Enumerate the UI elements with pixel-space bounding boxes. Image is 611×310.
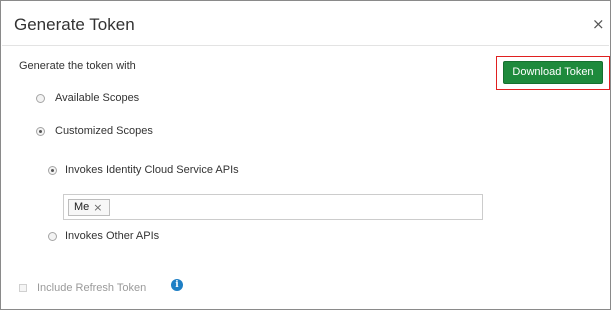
remove-chip-icon[interactable]: × [93, 200, 102, 215]
customized-scopes-label: Customized Scopes [55, 125, 153, 137]
available-scopes-label: Available Scopes [55, 92, 140, 104]
radio-invokes-idcs-apis[interactable] [48, 166, 57, 175]
chip-label: Me [74, 201, 90, 213]
include-refresh-token-label: Include Refresh Token [37, 282, 147, 294]
include-refresh-token-checkbox[interactable] [19, 284, 27, 292]
token-chip-me: Me × [68, 199, 110, 216]
invokes-idcs-apis-label: Invokes Identity Cloud Service APIs [65, 164, 239, 176]
download-token-button[interactable]: Download Token [503, 61, 603, 84]
info-icon[interactable]: i [171, 279, 183, 291]
generate-with-label: Generate the token with [19, 60, 136, 72]
radio-customized-scopes[interactable] [36, 127, 45, 136]
scopes-tag-input[interactable]: Me × [63, 194, 483, 220]
generate-token-dialog: Generate Token × Generate the token with… [0, 0, 611, 310]
radio-available-scopes[interactable] [36, 94, 45, 103]
close-icon[interactable]: × [592, 16, 605, 32]
invokes-other-apis-label: Invokes Other APIs [65, 230, 160, 242]
dialog-title: Generate Token [14, 15, 135, 34]
dialog-header: Generate Token × [2, 2, 609, 46]
radio-invokes-other-apis[interactable] [48, 232, 57, 241]
